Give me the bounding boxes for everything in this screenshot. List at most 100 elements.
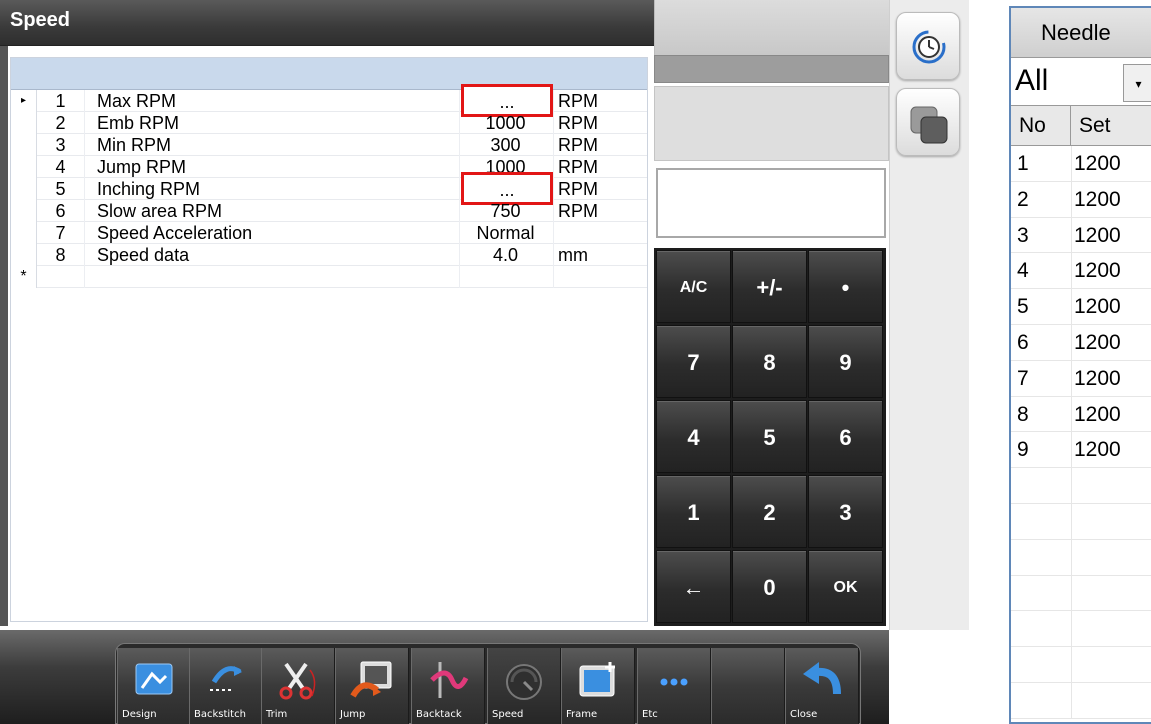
needle-row[interactable]: 3 1200 <box>1011 217 1151 254</box>
window-title: Speed <box>10 9 71 31</box>
row-unit <box>553 222 649 244</box>
needle-row[interactable]: 4 1200 <box>1011 253 1151 290</box>
row-selector[interactable] <box>11 200 37 222</box>
speed-button[interactable]: Speed <box>487 648 561 724</box>
clock-refresh-icon <box>909 27 949 72</box>
needle-set[interactable]: 1200 <box>1071 324 1151 360</box>
key-4[interactable]: 4 <box>656 400 731 473</box>
empty-tool-slot <box>711 648 785 724</box>
table-row[interactable]: 3 Min RPM 300 RPM <box>11 134 647 156</box>
table-row[interactable]: 6 Slow area RPM 750 RPM <box>11 200 647 222</box>
needle-row[interactable]: 1 1200 <box>1011 146 1151 182</box>
needle-row-empty <box>1011 611 1151 648</box>
backstitch-button[interactable]: Backstitch <box>189 648 263 724</box>
key-1[interactable]: 1 <box>656 475 731 548</box>
needle-col-set: Set <box>1079 114 1111 137</box>
key-9[interactable]: 9 <box>808 325 883 398</box>
row-selector[interactable] <box>11 178 37 200</box>
row-name: Speed data <box>97 245 190 265</box>
needle-filter-select[interactable]: All ▾ <box>1011 58 1151 106</box>
needle-row[interactable]: 9 1200 <box>1011 432 1151 469</box>
key-2[interactable]: 2 <box>732 475 807 548</box>
table-row[interactable]: 5 Inching RPM ... RPM <box>11 172 647 205</box>
needle-set[interactable]: 1200 <box>1071 396 1151 432</box>
row-number <box>37 266 85 288</box>
needle-set[interactable]: 1200 <box>1071 146 1151 181</box>
key-0[interactable]: 0 <box>732 550 807 623</box>
row-unit: RPM <box>553 90 649 112</box>
design-label: Design <box>122 709 157 720</box>
speed-grid: ▸ 1 Max RPM ... RPM 2 Emb RPM 1000 RPM 3… <box>10 57 648 622</box>
table-row[interactable]: 7 Speed Acceleration Normal <box>11 222 647 244</box>
highlighted-value[interactable]: ... <box>461 84 553 117</box>
row-value-cell[interactable]: ... <box>459 172 553 205</box>
row-name: Inching RPM <box>97 179 201 199</box>
etc-button[interactable]: Etc <box>637 648 711 724</box>
key-backspace[interactable]: ← <box>656 550 731 623</box>
row-selector[interactable] <box>11 112 37 134</box>
clock-refresh-button[interactable] <box>896 12 960 80</box>
window-switch-icon <box>907 103 951 152</box>
needle-set[interactable]: 1200 <box>1071 181 1151 217</box>
needle-table-header: No Set <box>1011 106 1151 146</box>
row-selector[interactable] <box>11 244 37 266</box>
key-3[interactable]: 3 <box>808 475 883 548</box>
row-selector[interactable] <box>11 134 37 156</box>
window-switch-button[interactable] <box>896 88 960 156</box>
backtack-button[interactable]: Backtack <box>411 648 485 724</box>
needle-row[interactable]: 2 1200 <box>1011 181 1151 218</box>
row-value-cell[interactable]: 300 <box>459 134 551 156</box>
jump-icon <box>349 660 395 705</box>
scissors-icon <box>276 660 320 705</box>
row-selector[interactable] <box>11 222 37 244</box>
needle-filter-value: All <box>1015 64 1049 97</box>
table-row[interactable]: 4 Jump RPM 1000 RPM <box>11 156 647 178</box>
key-ok[interactable]: OK <box>808 550 883 623</box>
row-value-cell[interactable]: ... <box>459 84 553 117</box>
close-button[interactable]: Close <box>785 648 859 724</box>
needle-knot-icon <box>426 660 470 705</box>
frame-button[interactable]: Frame <box>561 648 635 724</box>
needle-col-no: No <box>1011 106 1071 146</box>
highlighted-value[interactable]: ... <box>461 172 553 205</box>
needle-row-empty <box>1011 575 1151 612</box>
chevron-down-icon[interactable]: ▾ <box>1123 64 1151 102</box>
key-7[interactable]: 7 <box>656 325 731 398</box>
trim-label: Trim <box>266 709 288 720</box>
table-row[interactable]: ▸ 1 Max RPM ... RPM <box>11 84 649 117</box>
row-value-cell[interactable]: 1000 <box>459 112 551 134</box>
new-row[interactable]: * <box>11 266 647 288</box>
table-row[interactable]: 8 Speed data 4.0 mm <box>11 244 647 266</box>
needle-no: 2 <box>1017 187 1029 211</box>
needle-set[interactable]: 1200 <box>1071 253 1151 289</box>
needle-set[interactable]: 1200 <box>1071 432 1151 468</box>
jump-label: Jump <box>340 709 366 720</box>
row-value-cell[interactable] <box>459 266 551 288</box>
key-plus-minus[interactable]: +/- <box>732 250 807 323</box>
row-value-cell[interactable]: 4.0 <box>459 244 551 266</box>
needle-row[interactable]: 8 1200 <box>1011 396 1151 433</box>
key-5[interactable]: 5 <box>732 400 807 473</box>
value-display-field[interactable] <box>656 168 886 238</box>
trim-button[interactable]: Trim <box>261 648 335 724</box>
key-clear[interactable]: A/C <box>656 250 731 323</box>
frame-icon <box>576 660 620 705</box>
needle-row[interactable]: 6 1200 <box>1011 324 1151 361</box>
needle-set[interactable]: 1200 <box>1071 289 1151 325</box>
speed-label: Speed <box>492 709 524 720</box>
table-row[interactable]: 2 Emb RPM 1000 RPM <box>11 112 647 134</box>
design-button[interactable]: Design <box>117 648 191 724</box>
key-8[interactable]: 8 <box>732 325 807 398</box>
key-decimal[interactable]: • <box>808 250 883 323</box>
jump-button[interactable]: Jump <box>335 648 409 724</box>
row-selector[interactable] <box>11 156 37 178</box>
needle-no: 7 <box>1017 366 1029 390</box>
needle-row[interactable]: 5 1200 <box>1011 289 1151 325</box>
row-value-cell[interactable]: 750 <box>459 200 551 222</box>
needle-set[interactable]: 1200 <box>1071 217 1151 253</box>
row-value-cell[interactable]: Normal <box>459 222 551 244</box>
key-6[interactable]: 6 <box>808 400 883 473</box>
needle-set[interactable]: 1200 <box>1071 360 1151 396</box>
needle-row[interactable]: 7 1200 <box>1011 360 1151 397</box>
grid-header <box>11 58 647 90</box>
